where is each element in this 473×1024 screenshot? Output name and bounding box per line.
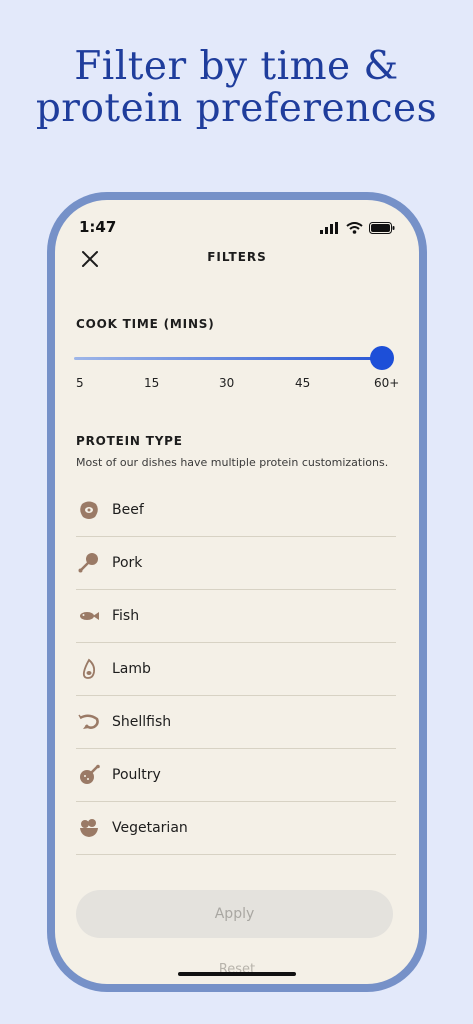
screen-title: FILTERS [207,250,267,264]
cook-time-title: COOK TIME (MINS) [76,317,215,331]
tick-label: 60+ [374,376,400,390]
signal-icon [320,222,338,234]
tick-label: 5 [76,376,84,390]
tick-label: 45 [295,376,311,390]
protein-item-shellfish[interactable]: Shellfish [76,696,396,749]
protein-list: Beef Pork Fish Lamb Shellfish Poultry Ve… [76,484,396,855]
phone-frame: 1:47 FILTERS COOK TIME (MINS) 5 15 30 45… [47,192,427,992]
protein-label: Shellfish [112,714,172,730]
poultry-icon [76,762,102,788]
phone-screen: 1:47 FILTERS COOK TIME (MINS) 5 15 30 45… [55,200,419,984]
protein-label: Lamb [112,661,151,677]
protein-type-subtitle: Most of our dishes have multiple protein… [76,456,389,469]
protein-item-poultry[interactable]: Poultry [76,749,396,802]
lamb-icon [76,656,102,682]
home-indicator [178,972,296,976]
protein-label: Vegetarian [112,820,188,836]
status-icons [320,222,395,234]
status-time: 1:47 [79,218,117,236]
headline-line-2: protein preferences [35,86,438,131]
cook-time-slider-track[interactable] [74,357,382,360]
vegetarian-icon [76,815,102,841]
headline-line-1: Filter by time & [74,44,399,89]
protein-label: Fish [112,608,140,624]
wifi-icon [346,222,363,234]
beef-icon [76,497,102,523]
tick-label: 15 [144,376,160,390]
shellfish-icon [76,709,102,735]
protein-label: Pork [112,555,143,571]
protein-item-beef[interactable]: Beef [76,484,396,537]
tick-label: 30 [219,376,235,390]
protein-label: Poultry [112,767,161,783]
cook-time-slider-thumb[interactable] [370,346,394,370]
battery-icon [369,222,395,234]
protein-item-lamb[interactable]: Lamb [76,643,396,696]
protein-type-title: PROTEIN TYPE [76,434,183,448]
protein-item-vegetarian[interactable]: Vegetarian [76,802,396,855]
pork-icon [76,550,102,576]
protein-item-pork[interactable]: Pork [76,537,396,590]
fish-icon [76,603,102,629]
protein-item-fish[interactable]: Fish [76,590,396,643]
protein-label: Beef [112,502,144,518]
apply-button[interactable]: Apply [76,890,393,938]
promo-headline: Filter by time & protein preferences [0,46,473,130]
